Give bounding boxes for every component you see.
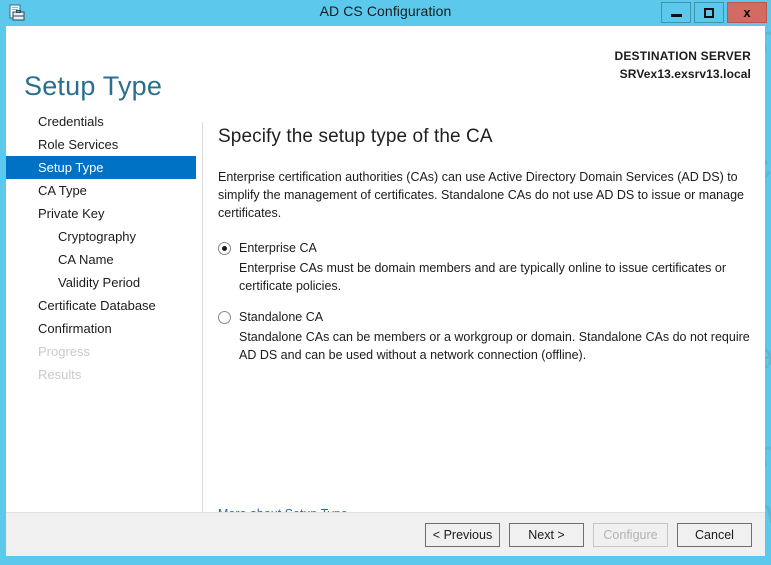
radio-enterprise-ca[interactable]: [218, 242, 231, 255]
destination-server-value: SRVex13.exsrv13.local: [619, 67, 751, 81]
cancel-button[interactable]: Cancel: [677, 523, 752, 547]
close-icon: x: [743, 5, 751, 20]
configure-button: Configure: [593, 523, 668, 547]
sidebar-item-confirmation[interactable]: Confirmation: [6, 317, 196, 340]
option-standalone-ca[interactable]: Standalone CA Standalone CAs can be membe…: [218, 309, 750, 364]
option-enterprise-ca[interactable]: Enterprise CA Enterprise CAs must be doma…: [218, 240, 750, 295]
close-button[interactable]: x: [727, 2, 767, 23]
option-row[interactable]: Enterprise CA: [218, 240, 750, 256]
sidebar-item-setup-type[interactable]: Setup Type: [6, 156, 196, 179]
window-title: AD CS Configuration: [319, 3, 452, 19]
previous-button[interactable]: < Previous: [425, 523, 500, 547]
radio-standalone-ca[interactable]: [218, 311, 231, 324]
sidebar-item-credentials[interactable]: Credentials: [6, 110, 196, 133]
footer-bar: < Previous Next > Configure Cancel: [6, 512, 765, 556]
sidebar-item-private-key[interactable]: Private Key: [6, 202, 196, 225]
sidebar-item-certificate-database[interactable]: Certificate Database: [6, 294, 196, 317]
main-content: Specify the setup type of the CA Enterpr…: [218, 126, 750, 378]
maximize-icon: [704, 7, 714, 18]
ad-cs-configuration-window: firatboyan.comfiratboyan.comfiratboyan.c…: [0, 0, 771, 565]
sidebar-item-ca-name[interactable]: CA Name: [6, 248, 196, 271]
sidebar-item-role-services[interactable]: Role Services: [6, 133, 196, 156]
minimize-icon: [670, 14, 682, 17]
destination-server-block: DESTINATION SERVER SRVex13.exsrv13.local: [614, 47, 751, 83]
next-button[interactable]: Next >: [509, 523, 584, 547]
sidebar-item-progress: Progress: [38, 344, 91, 359]
minimize-button[interactable]: [661, 2, 691, 23]
footer-buttons: < Previous Next > Configure Cancel: [425, 523, 752, 547]
option-description: Standalone CAs can be members or a workg…: [239, 330, 750, 362]
sidebar-item-results: Results: [38, 367, 82, 382]
page-title: Setup Type: [24, 71, 163, 102]
sidebar-item-validity-period[interactable]: Validity Period: [6, 271, 196, 294]
nav-content-divider: [202, 122, 203, 512]
wizard-navigation: Credentials Role Services Setup Type CA Typ…: [6, 110, 196, 386]
window-content: Setup Type DESTINATION SERVER SRVex13.ex…: [6, 26, 765, 556]
maximize-button[interactable]: [694, 2, 724, 23]
option-row[interactable]: Standalone CA: [218, 309, 750, 325]
destination-server-label: DESTINATION SERVER: [614, 49, 751, 63]
title-bar: AD CS Configuration x: [0, 0, 771, 26]
intro-paragraph: Enterprise certification authorities (CA…: [218, 170, 744, 220]
content-heading: Specify the setup type of the CA: [218, 126, 493, 147]
setup-type-radio-group: Enterprise CA Enterprise CAs must be doma…: [218, 240, 750, 364]
option-label: Standalone CA: [239, 310, 324, 324]
option-description: Enterprise CAs must be domain members an…: [239, 261, 727, 293]
sidebar-item-ca-type[interactable]: CA Type: [6, 179, 196, 202]
sidebar-item-cryptography[interactable]: Cryptography: [6, 225, 196, 248]
window-controls: x: [661, 2, 767, 23]
option-label: Enterprise CA: [239, 241, 317, 255]
